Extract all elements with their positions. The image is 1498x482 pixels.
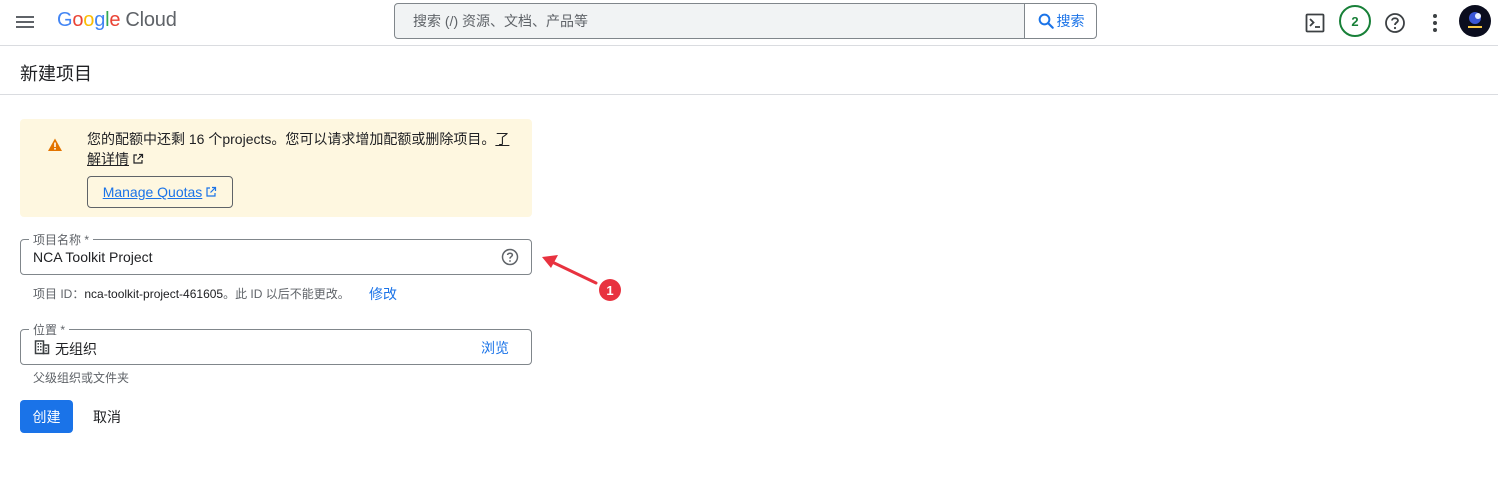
annotation-arrow — [542, 255, 598, 285]
logo-cloud-text: Cloud — [125, 9, 177, 31]
google-cloud-logo[interactable]: Google Cloud — [57, 9, 177, 32]
search-bar: 搜索 — [394, 3, 1097, 39]
search-button[interactable]: 搜索 — [1024, 4, 1096, 38]
logo-google-text: Google — [57, 9, 121, 31]
banner-message: 您的配额中还剩 16 个projects。您可以请求增加配额或删除项目。了解详情 — [87, 131, 510, 167]
search-button-label: 搜索 — [1056, 13, 1085, 29]
project-id-value: nca-toolkit-project-461605 — [84, 287, 224, 301]
cloud-shell-icon[interactable] — [1300, 8, 1330, 38]
top-bar: GoogleCloud 搜索 2 — [0, 0, 1498, 46]
search-input[interactable] — [395, 4, 1024, 38]
location-label: 位置 * — [29, 321, 70, 338]
manage-quotas-label: Manage Quotas — [102, 184, 203, 200]
browse-link[interactable]: 浏览 — [481, 338, 509, 358]
more-vert-icon[interactable] — [1420, 8, 1450, 38]
help-circle-icon[interactable] — [501, 248, 519, 266]
search-icon — [1038, 13, 1054, 29]
cancel-button[interactable]: 取消 — [84, 400, 130, 433]
project-name-field[interactable]: 项目名称 * NCA Toolkit Project — [20, 231, 532, 275]
project-name-label: 项目名称 * — [29, 231, 94, 248]
quota-warning-banner: 您的配额中还剩 16 个projects。您可以请求增加配额或删除项目。了解详情… — [20, 119, 532, 217]
location-hint: 父级组织或文件夹 — [33, 371, 130, 385]
page-title: 新建项目 — [20, 64, 92, 84]
project-id-hint: 项目 ID：nca-toolkit-project-461605。此 ID 以后… — [33, 287, 350, 301]
notification-badge[interactable]: 2 — [1339, 5, 1371, 37]
project-name-input[interactable]: NCA Toolkit Project — [33, 249, 153, 265]
location-field[interactable]: 位置 * 无组织 浏览 — [20, 321, 532, 365]
create-button[interactable]: 创建 — [20, 400, 73, 433]
page-header: 新建项目 — [0, 46, 1498, 95]
hamburger-menu-icon[interactable] — [14, 11, 36, 33]
account-avatar[interactable] — [1459, 5, 1491, 37]
manage-quotas-button[interactable]: Manage Quotas — [87, 176, 233, 208]
help-icon[interactable] — [1380, 8, 1410, 38]
external-link-icon — [133, 153, 144, 164]
location-value: 无组织 — [55, 341, 97, 357]
building-icon — [34, 340, 50, 355]
external-link-icon — [206, 186, 217, 197]
warning-icon — [48, 138, 62, 151]
annotation-step-badge: 1 — [599, 279, 621, 301]
edit-project-id-link[interactable]: 修改 — [369, 284, 397, 304]
